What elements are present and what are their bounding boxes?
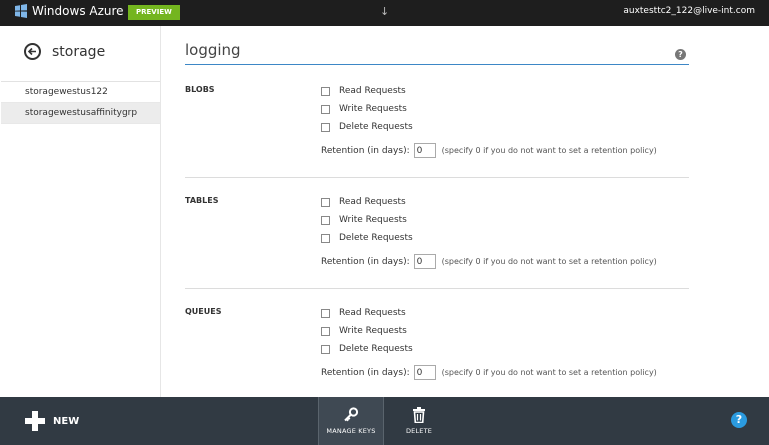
- checkbox-label: Delete Requests: [339, 344, 413, 354]
- checkbox-label: Write Requests: [339, 215, 407, 225]
- checkbox[interactable]: [321, 215, 330, 225]
- retention-hint: (specify 0 if you do not want to set a r…: [441, 368, 657, 377]
- storage-account-list: storagewestus122 storagewestusaffinitygr…: [1, 81, 160, 124]
- checkbox[interactable]: [321, 326, 330, 336]
- new-button[interactable]: NEW: [25, 411, 79, 431]
- preview-badge[interactable]: PREVIEW: [128, 5, 180, 20]
- read-requests-option[interactable]: Read Requests: [321, 307, 406, 319]
- checkbox-label: Write Requests: [339, 326, 407, 336]
- storage-account-item[interactable]: storagewestus122: [1, 82, 160, 103]
- windows-flag-icon: [15, 4, 27, 18]
- checkbox[interactable]: [321, 197, 330, 207]
- checkbox[interactable]: [321, 344, 330, 354]
- delete-requests-option[interactable]: Delete Requests: [321, 121, 413, 133]
- read-requests-option[interactable]: Read Requests: [321, 196, 406, 208]
- help-icon[interactable]: ?: [731, 412, 747, 428]
- retention-hint: (specify 0 if you do not want to set a r…: [441, 257, 657, 266]
- command-bar: NEW MANAGE KEYS DELETE ?: [0, 397, 769, 445]
- section-divider: [185, 177, 689, 178]
- retention-hint: (specify 0 if you do not want to set a r…: [441, 146, 657, 155]
- left-navigation-pane: storage storagewestus122 storagewestusaf…: [1, 26, 161, 397]
- checkbox[interactable]: [321, 233, 330, 243]
- logo-text: Windows Azure: [32, 4, 124, 18]
- write-requests-option[interactable]: Write Requests: [321, 103, 407, 115]
- section-divider: [185, 288, 689, 289]
- delete-requests-option[interactable]: Delete Requests: [321, 232, 413, 244]
- back-arrow-icon[interactable]: [24, 43, 41, 60]
- plus-icon: [25, 411, 45, 431]
- windows-azure-logo[interactable]: Windows Azure: [14, 4, 124, 18]
- title-underline: [185, 64, 689, 65]
- logging-panel: logging ? BLOBS Read Requests Write Requ…: [161, 26, 768, 397]
- manage-keys-button[interactable]: MANAGE KEYS: [318, 397, 384, 445]
- manage-keys-label: MANAGE KEYS: [326, 427, 376, 435]
- section-label: TABLES: [185, 196, 219, 205]
- pane-title: storage: [52, 44, 106, 60]
- checkbox-label: Read Requests: [339, 197, 406, 207]
- checkbox-label: Delete Requests: [339, 233, 413, 243]
- checkbox[interactable]: [321, 86, 330, 96]
- read-requests-option[interactable]: Read Requests: [321, 85, 406, 97]
- delete-button[interactable]: DELETE: [398, 397, 440, 445]
- retention-label: Retention (in days):: [321, 145, 410, 156]
- section-label: BLOBS: [185, 85, 215, 94]
- checkbox-label: Delete Requests: [339, 122, 413, 132]
- trash-icon: [413, 407, 425, 423]
- retention-label: Retention (in days):: [321, 256, 410, 267]
- storage-account-item-selected[interactable]: storagewestusaffinitygrp: [1, 103, 160, 124]
- key-icon: [344, 407, 359, 422]
- user-account[interactable]: auxtesttc2_122@live-int.com: [623, 6, 755, 16]
- checkbox[interactable]: [321, 308, 330, 318]
- help-icon[interactable]: ?: [675, 49, 686, 60]
- delete-label: DELETE: [405, 427, 433, 435]
- checkbox[interactable]: [321, 122, 330, 132]
- checkbox-label: Read Requests: [339, 86, 406, 96]
- retention-row: Retention (in days): (specify 0 if you d…: [321, 365, 657, 380]
- write-requests-option[interactable]: Write Requests: [321, 325, 407, 337]
- retention-days-input[interactable]: [413, 254, 436, 269]
- checkbox[interactable]: [321, 104, 330, 114]
- checkbox-label: Read Requests: [339, 308, 406, 318]
- retention-days-input[interactable]: [413, 143, 436, 158]
- retention-row: Retention (in days): (specify 0 if you d…: [321, 143, 657, 158]
- new-label: NEW: [53, 415, 80, 427]
- retention-label: Retention (in days):: [321, 367, 410, 378]
- retention-days-input[interactable]: [413, 365, 436, 380]
- write-requests-option[interactable]: Write Requests: [321, 214, 407, 226]
- top-bar: Windows Azure PREVIEW ↓ auxtesttc2_122@l…: [0, 0, 769, 26]
- delete-requests-option[interactable]: Delete Requests: [321, 343, 413, 355]
- retention-row: Retention (in days): (specify 0 if you d…: [321, 254, 657, 269]
- section-label: QUEUES: [185, 307, 222, 316]
- page-title: logging: [185, 41, 241, 59]
- checkbox-label: Write Requests: [339, 104, 407, 114]
- notifications-arrow-icon[interactable]: ↓: [380, 5, 389, 18]
